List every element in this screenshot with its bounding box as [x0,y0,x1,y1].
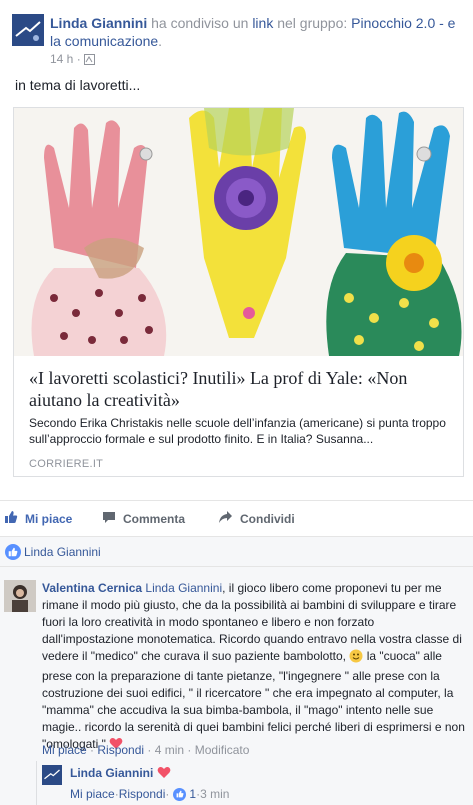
reply-reply-link[interactable]: Rispondi [119,787,166,801]
post-time[interactable]: 14 h [50,52,73,66]
comment-icon [102,510,116,527]
comment-author-link[interactable]: Valentina Cernica [42,581,142,595]
post-action-bar: Mi piace Commenta Condividi [0,500,473,534]
comment-body: Valentina Cernica Linda Giannini, il gio… [42,580,466,755]
comment-actions: Mi piace · Rispondi · 4 min · Modificato [42,743,249,757]
link-preview-image[interactable] [14,108,463,356]
link-preview-description: Secondo Erika Christakis nelle scuole de… [29,416,446,446]
reply-like-link[interactable]: Mi piace [70,787,115,801]
sep: · [86,743,98,757]
heart-icon [157,766,171,782]
post-meta: 14 h · [50,52,96,68]
smiley-icon [349,649,363,668]
like-reaction-icon [5,544,21,560]
share-button[interactable]: Condividi [218,510,295,527]
like-button-label: Mi piace [25,511,73,526]
sep: · [144,743,155,757]
commenter-avatar[interactable] [4,580,36,612]
comment-button-label: Commenta [123,511,186,526]
thumbs-up-icon [173,787,187,801]
like-button[interactable]: Mi piace [4,510,72,527]
comment-text-part-2: la "cuoca" alle prese con la preparazion… [42,649,465,751]
post-text: in tema di lavoretti... [15,77,141,93]
reply-thread-line [36,761,37,805]
post-author-link[interactable]: Linda Giannini [50,15,147,31]
globe-icon [84,54,96,68]
sep: · [184,743,195,757]
reply-body: Linda Giannini [70,766,171,782]
meta-separator: · [73,52,85,66]
thumbs-up-icon [4,510,18,527]
comment-edited[interactable]: Modificato [195,743,250,757]
post-header: Linda Giannini ha condiviso un link nel … [12,12,462,66]
reply-author-link[interactable]: Linda Giannini [70,766,153,780]
reply-like-count[interactable]: 1 [189,787,196,801]
group-prefix: nel gruppo: [273,15,352,31]
post-header-text: Linda Giannini ha condiviso un link nel … [50,14,470,50]
shared-link-word[interactable]: link [252,15,273,31]
author-avatar[interactable] [12,14,44,46]
reply-time[interactable]: 3 min [200,787,229,801]
comment-reply-link[interactable]: Rispondi [97,743,144,757]
comment-time[interactable]: 4 min [155,743,184,757]
likes-summary: Linda Giannini [0,536,473,566]
comment-mention-link[interactable]: Linda Giannini [145,581,222,595]
link-preview-domain: CORRIERE.IT [29,458,104,470]
post-action-text: ha condiviso un [147,15,253,31]
comment-button[interactable]: Commenta [102,510,185,527]
comment-like-link[interactable]: Mi piace [42,743,87,757]
share-arrow-icon [218,510,233,527]
link-preview-card[interactable]: «I lavoretti scolastici? Inutili» La pro… [13,107,464,477]
sep: · [165,787,170,801]
group-suffix: . [158,33,163,49]
link-preview-title[interactable]: «I lavoretti scolastici? Inutili» La pro… [29,367,449,411]
reply-author-avatar[interactable] [42,765,62,785]
share-button-label: Condividi [240,511,295,526]
likes-names[interactable]: Linda Giannini [24,545,101,559]
reply-actions: Mi piace · Rispondi · 1 · 3 min [70,787,229,801]
comments-section: Valentina Cernica Linda Giannini, il gio… [0,566,473,805]
